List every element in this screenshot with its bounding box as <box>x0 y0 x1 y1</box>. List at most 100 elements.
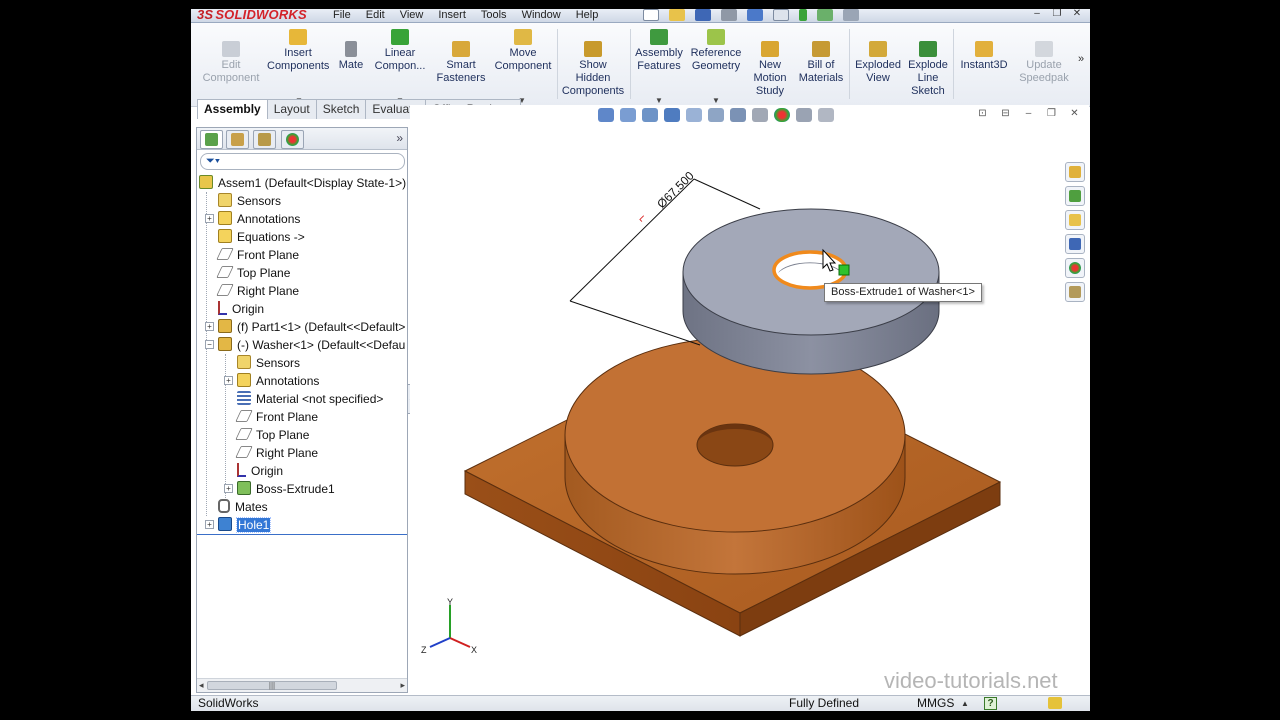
dimension-value[interactable]: Ø67.500 <box>654 168 697 211</box>
tab-sketch[interactable]: Sketch <box>315 99 367 119</box>
scrollbar-thumb[interactable]: ||| <box>207 681 337 690</box>
expand-icon[interactable]: + <box>205 520 214 529</box>
menu-help[interactable]: Help <box>576 9 599 21</box>
save-icon[interactable] <box>695 9 711 21</box>
scroll-left-icon[interactable]: ◂ <box>199 680 204 691</box>
apply-scene-icon[interactable] <box>796 108 812 122</box>
tree-item-washer-top-plane[interactable]: Top Plane <box>235 426 309 444</box>
tree-item-equations[interactable]: Equations -> <box>218 228 305 246</box>
show-hidden-components-button[interactable]: Show Hidden Components <box>559 41 627 98</box>
close-icon[interactable]: ✕ <box>1070 9 1084 20</box>
file-properties-icon[interactable] <box>817 9 833 21</box>
file-explorer-tab[interactable] <box>1065 210 1085 230</box>
tree-item-washer[interactable]: − (-) Washer<1> (Default<<Defau <box>205 336 405 354</box>
tree-root-assembly[interactable]: Assem1 (Default<Display State-1>) <box>199 174 406 192</box>
assembly-features-dropdown-icon[interactable]: ▼ <box>655 96 663 105</box>
expand-icon[interactable]: + <box>224 376 233 385</box>
tree-item-washer-front-plane[interactable]: Front Plane <box>235 408 318 426</box>
print-icon[interactable] <box>721 9 737 21</box>
new-motion-study-button[interactable]: New Motion Study <box>749 41 791 98</box>
collapse-icon[interactable]: − <box>205 340 214 349</box>
unit-system-dropdown-icon[interactable]: ▲ <box>961 696 969 711</box>
design-library-tab[interactable] <box>1065 186 1085 206</box>
linear-component-pattern-button[interactable]: Linear Compon... <box>371 29 429 73</box>
reference-geometry-dropdown-icon[interactable]: ▼ <box>712 96 720 105</box>
edit-appearance-icon[interactable] <box>774 108 790 122</box>
featuremanager-tab[interactable] <box>200 130 223 149</box>
tree-item-annotations[interactable]: + Annotations <box>205 210 300 228</box>
reference-geometry-button[interactable]: Reference Geometry <box>687 29 745 73</box>
menu-tools[interactable]: Tools <box>481 9 507 21</box>
expand-icon[interactable]: + <box>205 214 214 223</box>
select-icon[interactable] <box>773 9 789 21</box>
new-document-icon[interactable] <box>643 9 659 21</box>
menu-window[interactable]: Window <box>522 9 561 21</box>
tree-item-top-plane[interactable]: Top Plane <box>216 264 290 282</box>
expand-icon[interactable]: + <box>205 322 214 331</box>
view-settings-icon[interactable] <box>818 108 834 122</box>
menu-view[interactable]: View <box>400 9 424 21</box>
view-palette-tab[interactable] <box>1065 234 1085 254</box>
more-commands-icon[interactable]: » <box>1075 53 1087 66</box>
viewport-close-icon[interactable]: ✕ <box>1068 108 1081 120</box>
tree-item-washer-right-plane[interactable]: Right Plane <box>235 444 318 462</box>
rebuild-icon[interactable] <box>799 9 807 21</box>
expand-icon[interactable]: + <box>224 484 233 493</box>
open-folder-icon[interactable] <box>669 9 685 21</box>
tree-item-boss-extrude1[interactable]: + Boss-Extrude1 <box>224 480 335 498</box>
tags-icon[interactable] <box>1048 697 1062 709</box>
bill-of-materials-button[interactable]: Bill of Materials <box>795 41 847 85</box>
displaymanager-tab[interactable] <box>281 130 304 149</box>
instant3d-button[interactable]: Instant3D <box>955 41 1013 72</box>
options-icon[interactable] <box>843 9 859 21</box>
tree-item-right-plane[interactable]: Right Plane <box>216 282 299 300</box>
unit-system[interactable]: MMGS <box>917 696 954 711</box>
tree-item-hole1[interactable]: + Hole1 <box>205 516 272 534</box>
section-view-icon[interactable] <box>664 108 680 122</box>
tab-layout[interactable]: Layout <box>266 99 317 119</box>
edit-component-button[interactable]: Edit Component <box>201 41 261 85</box>
previous-view-icon[interactable] <box>642 108 658 122</box>
appearances-tab[interactable] <box>1065 258 1085 278</box>
update-speedpak-button[interactable]: Update Speedpak <box>1015 41 1073 85</box>
menu-edit[interactable]: Edit <box>366 9 385 21</box>
propertymanager-tab[interactable] <box>226 130 249 149</box>
viewport-restore-icon[interactable]: ❐ <box>1045 108 1058 120</box>
assembly-features-button[interactable]: Assembly Features <box>631 29 687 73</box>
move-component-button[interactable]: Move Component <box>491 29 555 73</box>
tree-item-washer-sensors[interactable]: Sensors <box>237 354 300 372</box>
mate-button[interactable]: Mate <box>333 41 369 72</box>
solidworks-resources-tab[interactable] <box>1065 162 1085 182</box>
hide-show-items-icon[interactable] <box>752 108 768 122</box>
explode-line-sketch-button[interactable]: Explode Line Sketch <box>905 41 951 98</box>
undo-icon[interactable] <box>747 9 763 21</box>
zoom-to-fit-icon[interactable] <box>598 108 614 122</box>
help-icon[interactable]: ? <box>984 697 997 710</box>
viewport-minimize-icon[interactable]: – <box>1022 108 1035 120</box>
custom-properties-tab[interactable] <box>1065 282 1085 302</box>
tree-item-origin[interactable]: Origin <box>218 300 264 318</box>
insert-components-button[interactable]: Insert Components <box>267 29 329 73</box>
part1-disk[interactable] <box>564 337 906 575</box>
tab-assembly[interactable]: Assembly <box>197 99 268 119</box>
configurationmanager-tab[interactable] <box>253 130 276 149</box>
exploded-view-button[interactable]: Exploded View <box>851 41 905 85</box>
menu-file[interactable]: File <box>333 9 351 21</box>
menu-insert[interactable]: Insert <box>438 9 466 21</box>
tree-item-washer-material[interactable]: Material <not specified> <box>237 390 383 408</box>
minimize-icon[interactable]: – <box>1030 9 1044 20</box>
graphics-area[interactable]: Ø67.500 ⌐ Y X Z ⊡ ⊟ – ❐ ✕ Boss-Extrude1 … <box>410 105 1089 695</box>
expand-panel-icon[interactable]: » <box>396 131 403 145</box>
smart-fasteners-button[interactable]: Smart Fasteners <box>433 41 489 85</box>
model-view[interactable]: Ø67.500 ⌐ Y X Z <box>410 105 1089 695</box>
tree-item-part1[interactable]: + (f) Part1<1> (Default<<Default> <box>205 318 405 336</box>
tree-item-mates[interactable]: Mates <box>218 498 268 516</box>
dynamic-annotation-icon[interactable] <box>686 108 702 122</box>
zoom-to-area-icon[interactable] <box>620 108 636 122</box>
tree-item-washer-annotations[interactable]: + Annotations <box>224 372 319 390</box>
view-orientation-icon[interactable] <box>708 108 724 122</box>
viewport-single-icon[interactable]: ⊡ <box>976 108 989 120</box>
tree-item-front-plane[interactable]: Front Plane <box>216 246 299 264</box>
restore-icon[interactable]: ❐ <box>1050 9 1064 20</box>
display-style-icon[interactable] <box>730 108 746 122</box>
